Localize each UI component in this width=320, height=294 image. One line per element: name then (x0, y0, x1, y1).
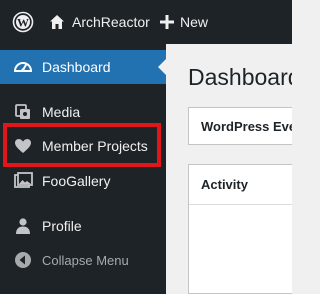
sidebar-item-label: Collapse Menu (42, 252, 129, 268)
admin-bar: W ArchReactor New (0, 0, 292, 44)
sidebar-item-media[interactable]: Media (0, 95, 166, 129)
new-label: New (180, 14, 209, 30)
sidebar-item-member-projects[interactable]: Member Projects (0, 129, 166, 163)
current-menu-arrow (158, 59, 166, 75)
new-content-button[interactable]: New (160, 0, 208, 44)
sidebar-item-label: Profile (42, 218, 82, 234)
sidebar-item-profile[interactable]: Profile (0, 209, 166, 243)
site-name-label: ArchReactor (72, 14, 150, 30)
admin-sidebar: Dashboard Media Member Projects FooGalle… (0, 44, 166, 294)
wordpress-logo-button[interactable]: W (8, 0, 38, 44)
gallery-icon (13, 171, 33, 191)
panel-title: WordPress Eve (201, 119, 292, 134)
wordpress-events-panel[interactable]: WordPress Eve (188, 107, 292, 145)
wordpress-logo-icon: W (12, 11, 34, 33)
collapse-menu-button[interactable]: Collapse Menu (0, 243, 166, 277)
svg-text:W: W (17, 16, 29, 30)
sidebar-item-dashboard[interactable]: Dashboard (0, 50, 166, 84)
dashboard-gauge-icon (13, 57, 33, 77)
user-icon (13, 216, 33, 236)
panel-title: Activity (201, 177, 248, 192)
sidebar-item-label: Dashboard (42, 59, 111, 75)
sidebar-item-foogallery[interactable]: FooGallery (0, 164, 166, 198)
sidebar-item-label: Media (42, 104, 81, 120)
sidebar-item-label: Member Projects (42, 138, 148, 154)
media-icon (13, 102, 33, 122)
home-icon (50, 15, 64, 29)
panel-divider (189, 204, 292, 205)
site-name-link[interactable]: ArchReactor (48, 0, 150, 44)
page-title: Dashboard (188, 64, 292, 90)
main-content: Dashboard WordPress Eve Activity (166, 44, 292, 294)
sidebar-item-label: FooGallery (42, 173, 111, 189)
heart-icon (13, 136, 33, 156)
plus-icon (160, 15, 174, 29)
collapse-arrow-icon (13, 250, 33, 270)
activity-panel[interactable]: Activity (188, 164, 292, 294)
